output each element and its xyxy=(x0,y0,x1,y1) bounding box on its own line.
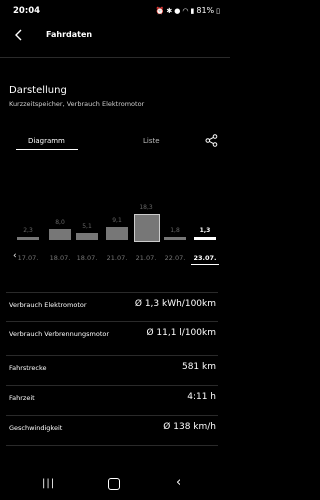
bluetooth-icon: ✱ xyxy=(166,6,173,15)
date-label[interactable]: 21.07. xyxy=(131,254,161,262)
bar-value-label: 9,1 xyxy=(112,217,122,225)
tab-active-indicator xyxy=(16,149,78,150)
section-subtitle: Kurzzeitspeicher, Verbrauch Elektromotor xyxy=(9,100,145,108)
tab-liste[interactable]: Liste xyxy=(143,137,160,145)
share-icon[interactable] xyxy=(205,134,218,147)
row-divider xyxy=(6,415,218,416)
row-label: Verbrauch Elektromotor xyxy=(9,301,87,309)
row-divider xyxy=(6,292,218,293)
chart-bar[interactable] xyxy=(76,232,98,240)
tab-diagramm[interactable]: Diagramm xyxy=(28,137,65,145)
status-icons: ⏰ ✱ ● ◠ ▮ 81% ▯ xyxy=(156,6,220,15)
row-value: Ø 1,3 kWh/100km xyxy=(134,299,216,309)
status-time: 20:04 xyxy=(13,6,41,16)
row-label: Verbrauch Verbrennungsmotor xyxy=(9,330,110,338)
page-title: Fahrdaten xyxy=(46,30,93,39)
selected-date-underline xyxy=(191,264,219,265)
bar-value-label: 18,3 xyxy=(139,204,153,211)
header-divider xyxy=(0,57,230,58)
battery-icon: ▯ xyxy=(216,6,220,15)
section-title: Darstellung xyxy=(9,85,67,96)
bar-value-label: 2,3 xyxy=(23,226,33,234)
date-label[interactable]: 23.07. xyxy=(190,254,220,262)
row-value: Ø 11,1 l/100km xyxy=(146,328,216,338)
date-label[interactable]: 18.07. xyxy=(72,254,102,262)
location-icon: ● xyxy=(174,6,181,15)
recent-apps-icon[interactable]: ||| xyxy=(42,478,55,489)
bar-value-label: 1,3 xyxy=(199,227,211,234)
wifi-icon: ◠ xyxy=(182,6,189,15)
row-divider xyxy=(6,385,218,386)
consumption-chart: 2,3 17.07. 8,0 18.07. 5,1 18.07. 9,1 21.07. 18,3… xyxy=(0,180,230,270)
chart-bar[interactable] xyxy=(49,228,71,240)
signal-icon: ▮ xyxy=(190,6,195,15)
row-divider xyxy=(6,355,218,356)
nav-back-icon[interactable]: ‹ xyxy=(176,475,181,490)
home-icon[interactable] xyxy=(108,478,120,490)
chart-prev-icon[interactable]: ‹ xyxy=(13,251,17,261)
date-label[interactable]: 17.07. xyxy=(13,254,43,262)
alarm-icon: ⏰ xyxy=(155,6,165,15)
row-divider xyxy=(6,321,218,322)
row-label: Fahrstrecke xyxy=(9,364,47,372)
row-divider xyxy=(6,445,218,446)
row-label: Geschwindigkeit xyxy=(9,424,63,432)
bar-value-label: 5,1 xyxy=(82,222,92,230)
chart-bar[interactable] xyxy=(134,214,160,242)
row-label: Fahrzeit xyxy=(9,394,35,402)
date-label[interactable]: 18.07. xyxy=(45,254,75,262)
bar-value-label: 8,0 xyxy=(55,218,65,226)
chart-bar[interactable] xyxy=(106,227,128,240)
bar-value-label: 1,8 xyxy=(170,227,180,234)
chart-bar[interactable] xyxy=(164,237,186,240)
date-label[interactable]: 22.07. xyxy=(160,254,190,262)
row-value: 581 km xyxy=(181,362,216,372)
battery-percent: 81% xyxy=(196,6,215,15)
date-label[interactable]: 21.07. xyxy=(102,254,132,262)
chart-bar[interactable] xyxy=(194,237,216,240)
row-value: Ø 138 km/h xyxy=(163,422,216,432)
chart-bar[interactable] xyxy=(17,236,39,240)
row-value: 4:11 h xyxy=(187,392,216,402)
back-icon[interactable] xyxy=(12,28,26,42)
